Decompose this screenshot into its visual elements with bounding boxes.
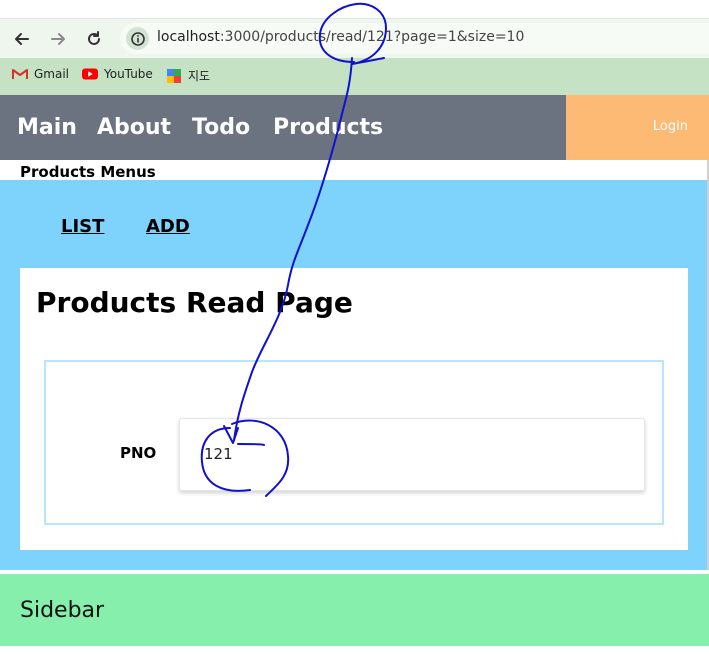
bookmark-maps[interactable]: 지도 bbox=[166, 67, 210, 84]
tab-strip bbox=[0, 0, 709, 18]
nav-main[interactable]: Main bbox=[17, 115, 77, 140]
nav-products[interactable]: Products bbox=[273, 115, 383, 140]
forward-button[interactable] bbox=[46, 27, 70, 51]
bookmark-label: YouTube bbox=[104, 67, 153, 81]
info-icon bbox=[130, 31, 145, 46]
nav-todo[interactable]: Todo bbox=[192, 115, 250, 140]
reload-icon bbox=[88, 31, 100, 45]
url-host: localhost bbox=[157, 29, 220, 45]
bookmark-gmail[interactable]: Gmail bbox=[12, 67, 69, 81]
login-link[interactable]: Login bbox=[653, 119, 688, 134]
pno-field: 121 bbox=[179, 418, 645, 491]
list-link[interactable]: LIST bbox=[61, 216, 104, 237]
main-nav: Main About Todo Products bbox=[0, 95, 566, 160]
browser-toolbar: localhost:3000/products/read/121?page=1&… bbox=[0, 18, 709, 58]
forward-arrow-icon bbox=[51, 33, 65, 45]
products-menu-title: Products Menus bbox=[20, 163, 156, 181]
page-title: Products Read Page bbox=[36, 286, 353, 319]
bookmarks-bar: Gmail YouTube 지도 bbox=[0, 58, 709, 95]
browser-window: localhost:3000/products/read/121?page=1&… bbox=[0, 0, 709, 659]
sidebar bbox=[0, 574, 709, 646]
sidebar-label: Sidebar bbox=[20, 598, 105, 623]
pno-label: PNO bbox=[120, 444, 157, 462]
url-path: :3000/products/read/121?page=1&size=10 bbox=[219, 29, 525, 45]
add-link[interactable]: ADD bbox=[146, 216, 190, 237]
bookmark-youtube[interactable]: YouTube bbox=[82, 67, 153, 81]
youtube-icon bbox=[82, 67, 98, 81]
maps-icon bbox=[166, 68, 182, 83]
back-arrow-icon bbox=[15, 33, 29, 45]
site-info-button[interactable] bbox=[126, 27, 149, 50]
bookmark-label: 지도 bbox=[188, 69, 211, 83]
gmail-icon bbox=[12, 67, 28, 81]
url-text: localhost:3000/products/read/121?page=1&… bbox=[157, 29, 524, 45]
login-area: Login bbox=[566, 95, 709, 160]
back-button[interactable] bbox=[10, 27, 34, 51]
bookmark-label: Gmail bbox=[34, 67, 70, 81]
reload-button[interactable] bbox=[82, 27, 106, 51]
nav-about[interactable]: About bbox=[97, 115, 171, 140]
address-bar[interactable]: localhost:3000/products/read/121?page=1&… bbox=[120, 23, 709, 54]
